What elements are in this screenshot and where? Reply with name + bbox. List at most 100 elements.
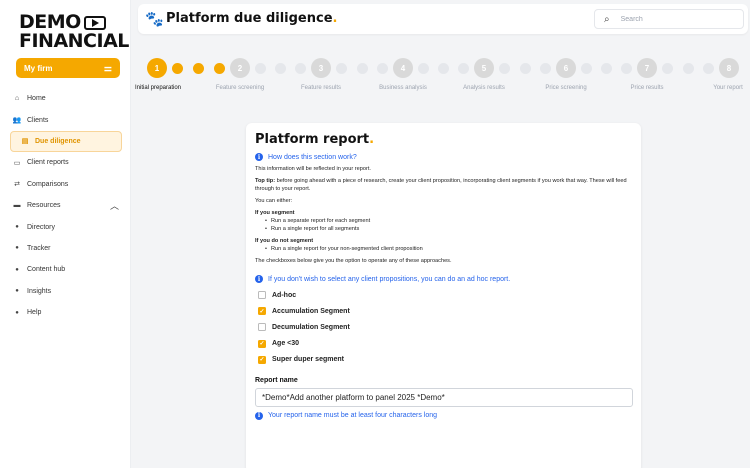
step-label-2: Feature screening bbox=[215, 85, 265, 91]
how-section-works-text: How does this section work? bbox=[268, 153, 357, 161]
bullet-icon: ● bbox=[15, 224, 19, 231]
step-progress-dot bbox=[295, 63, 307, 74]
option-label: Super duper segment bbox=[272, 356, 344, 364]
sidebar-item-comparisons[interactable]: ⇄ Comparisons bbox=[0, 174, 131, 195]
step-circle-8[interactable]: 8 bbox=[719, 58, 739, 78]
paw-icon: 🐾 bbox=[145, 11, 164, 28]
step-circle-4[interactable]: 4 bbox=[393, 58, 413, 78]
option-age-under-30[interactable]: ✓ Age <30 bbox=[255, 336, 632, 352]
option-label: Age <30 bbox=[272, 340, 300, 348]
sidebar-item-tracker[interactable]: ● Tracker bbox=[0, 238, 131, 259]
sidebar-subitem-label: Content hub bbox=[27, 266, 66, 274]
option-label: Accumulation Segment bbox=[272, 307, 350, 315]
brand-line-2: FINANCIAL bbox=[19, 30, 129, 52]
step-label-6: Price screening bbox=[545, 85, 587, 91]
platform-report-card: Platform report. i How does this section… bbox=[246, 123, 641, 468]
checkbox-note: The checkboxes below give you the option… bbox=[255, 258, 452, 264]
sidebar-subitem-label: Help bbox=[27, 309, 42, 317]
checkbox[interactable]: ✓ bbox=[258, 307, 266, 316]
step-progress-dot bbox=[621, 63, 633, 74]
step-progress-dot bbox=[682, 63, 694, 74]
card-title-text: Platform report bbox=[255, 132, 370, 147]
option-ad-hoc[interactable]: Ad-hoc bbox=[255, 287, 632, 303]
step-progress-dot bbox=[438, 63, 449, 74]
step-progress-dot bbox=[193, 63, 204, 74]
step-progress-dot bbox=[458, 63, 470, 74]
chevron-up-icon[interactable]: ︿ bbox=[110, 199, 119, 212]
progress-stepper: 1 Initial preparation 2 Feature screening 3 F… bbox=[0, 56, 750, 96]
info-icon: i bbox=[255, 153, 263, 161]
sidebar-item-help[interactable]: ● Help bbox=[0, 302, 131, 323]
card-title: Platform report. bbox=[255, 132, 632, 147]
step-label-5: Analysis results bbox=[463, 85, 505, 91]
bullet-icon: ● bbox=[15, 309, 19, 316]
checkbox[interactable]: ✓ bbox=[258, 339, 266, 348]
step-label-7: Price results bbox=[630, 85, 664, 91]
step-progress-dot bbox=[254, 63, 266, 74]
sidebar-item-resources[interactable]: ▬ Resources ︿ bbox=[0, 195, 131, 216]
checkbox[interactable] bbox=[258, 323, 266, 332]
sidebar-item-content-hub[interactable]: ● Content hub bbox=[0, 259, 131, 280]
checkbox[interactable] bbox=[258, 291, 266, 300]
option-super-duper-segment[interactable]: ✓ Super duper segment bbox=[255, 352, 632, 368]
search-box[interactable]: ⌕ bbox=[594, 9, 744, 29]
step-progress-dot bbox=[172, 63, 183, 74]
how-section-works-link[interactable]: i How does this section work? bbox=[255, 153, 632, 161]
users-icon: 👥 bbox=[12, 117, 22, 125]
step-progress-dot bbox=[580, 63, 592, 74]
step-progress-dot bbox=[703, 63, 715, 74]
step-circle-5[interactable]: 5 bbox=[474, 58, 494, 78]
sidebar-item-clients[interactable]: 👥 Clients bbox=[0, 109, 131, 130]
option-decumulation-segment[interactable]: Decumulation Segment bbox=[255, 319, 632, 335]
sidebar-subitem-label: Tracker bbox=[27, 244, 51, 252]
search-input[interactable] bbox=[620, 15, 731, 23]
sidebar-item-insights[interactable]: ● Insights bbox=[0, 281, 131, 302]
step-label-8: Your report bbox=[713, 85, 743, 91]
option-accumulation-segment[interactable]: ✓ Accumulation Segment bbox=[255, 303, 632, 319]
folder-icon: ▬ bbox=[13, 202, 21, 210]
sidebar-item-label: Home bbox=[27, 95, 46, 103]
report-name-hint-text: Your report name must be at least four c… bbox=[268, 412, 437, 420]
info-icon: i bbox=[255, 275, 263, 283]
step-label-4: Business analysis bbox=[379, 85, 427, 91]
step-circle-1[interactable]: 1 bbox=[147, 58, 167, 78]
step-circle-3[interactable]: 3 bbox=[311, 58, 331, 78]
step-progress-dot bbox=[601, 63, 612, 74]
if-no-segment-heading: If you do not segment bbox=[255, 237, 632, 245]
sidebar-subitem-label: Directory bbox=[27, 223, 56, 231]
step-progress-dot bbox=[356, 63, 368, 74]
intro-text: This information will be reflected in yo… bbox=[255, 166, 371, 172]
sidebar-item-label: Client reports bbox=[27, 159, 69, 167]
step-progress-dot bbox=[335, 63, 347, 74]
sidebar-item-directory[interactable]: ● Directory bbox=[0, 216, 131, 237]
step-progress-dot bbox=[214, 63, 225, 74]
step-progress-dot bbox=[540, 63, 552, 74]
list-item: Run a separate report for each segment bbox=[265, 217, 632, 225]
list-item: Run a single report for all segments bbox=[265, 225, 632, 233]
either-text: You can either: bbox=[255, 198, 293, 204]
step-label-3: Feature results bbox=[300, 85, 342, 91]
step-progress-dot bbox=[275, 63, 286, 74]
adhoc-report-link[interactable]: i If you don't wish to select any client… bbox=[255, 275, 632, 283]
search-icon: ⌕ bbox=[604, 13, 610, 25]
checkbox[interactable]: ✓ bbox=[258, 355, 266, 364]
step-label-1: Initial preparation bbox=[134, 85, 182, 91]
step-circle-6[interactable]: 6 bbox=[556, 58, 576, 78]
document-icon: ▤ bbox=[21, 138, 29, 146]
play-icon bbox=[83, 15, 106, 30]
step-progress-dot bbox=[519, 63, 531, 74]
step-circle-2[interactable]: 2 bbox=[230, 58, 250, 78]
step-progress-dot bbox=[498, 63, 510, 74]
report-name-input[interactable] bbox=[255, 387, 633, 407]
sidebar-item-due-diligence[interactable]: ▤ Due diligence bbox=[10, 130, 122, 153]
brand-logo[interactable]: DEMO FINANCIAL bbox=[19, 13, 129, 52]
bullet-icon: ● bbox=[15, 288, 19, 295]
option-label: Decumulation Segment bbox=[272, 323, 350, 331]
info-icon: i bbox=[255, 411, 263, 420]
bullet-icon: ● bbox=[15, 266, 19, 273]
top-tip-text: before going ahead with a piece of resea… bbox=[255, 178, 627, 192]
if-segment-heading: If you segment bbox=[255, 209, 632, 217]
top-header: 🐾 Platform due diligence. ⌕ bbox=[138, 4, 748, 34]
sidebar-item-client-reports[interactable]: ▭ Client reports bbox=[0, 152, 131, 173]
step-circle-7[interactable]: 7 bbox=[637, 58, 657, 78]
